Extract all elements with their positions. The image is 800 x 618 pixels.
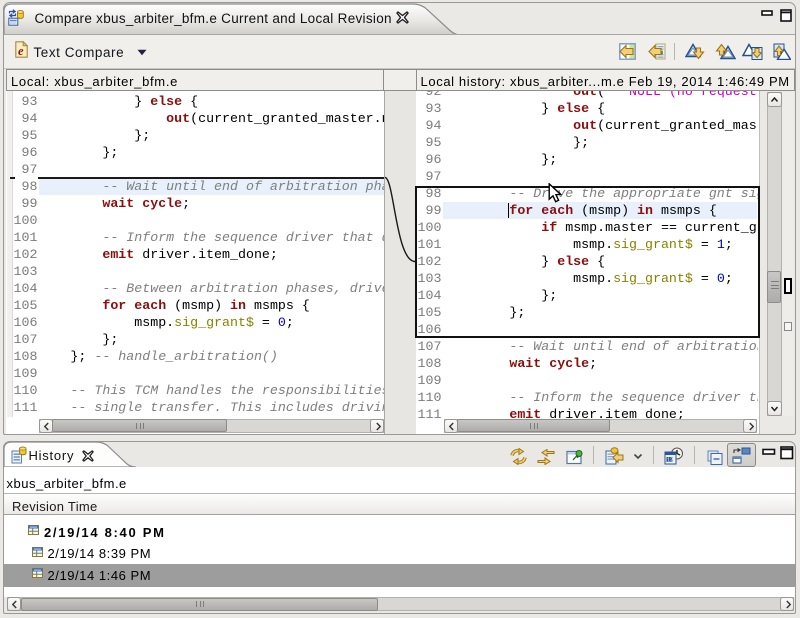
svg-text:12: 12	[667, 458, 673, 464]
svg-text:e: e	[18, 44, 24, 58]
